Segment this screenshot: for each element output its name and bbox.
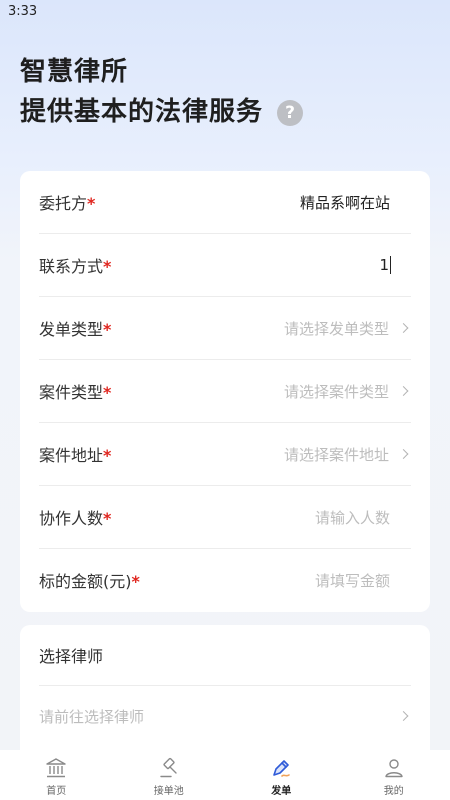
required-mark: *: [103, 257, 112, 276]
bank-icon: [46, 758, 66, 778]
tab-place-order[interactable]: 发单: [225, 750, 338, 800]
form-label-client: 委托方*: [39, 194, 96, 213]
form-row-case-address[interactable]: 案件地址* 请选择案件地址: [39, 423, 411, 486]
lawyer-section-title: 选择律师: [39, 625, 411, 686]
status-bar: 3:33: [0, 0, 450, 26]
form-row-client[interactable]: 委托方* 精品系啊在站: [39, 171, 411, 234]
tab-label: 发单: [271, 786, 292, 797]
form-label-contact: 联系方式*: [39, 257, 112, 276]
form-row-amount[interactable]: 标的金额(元)* 请填写金额: [39, 549, 411, 611]
tab-label: 首页: [46, 786, 67, 797]
bottom-tab-bar: 首页 接单池 发单 我的: [0, 750, 450, 800]
tab-mine[interactable]: 我的: [338, 750, 450, 800]
chevron-right-icon: [398, 323, 409, 333]
person-icon: [385, 759, 403, 778]
form-label-case-address: 案件地址*: [39, 446, 112, 465]
required-mark: *: [103, 446, 112, 465]
gavel-icon: [160, 757, 177, 778]
tab-label: 我的: [383, 786, 404, 797]
amount-input[interactable]: 请填写金额: [315, 570, 390, 591]
form-label-amount: 标的金额(元)*: [39, 572, 140, 591]
form-row-contact[interactable]: 联系方式* 1: [39, 234, 411, 297]
chevron-right-icon: [398, 386, 409, 396]
required-mark: *: [87, 194, 96, 213]
order-form-card: 委托方* 精品系啊在站 联系方式* 1 发单类型* 请选择发单类型 案件类型* …: [20, 171, 430, 612]
tab-order-pool[interactable]: 接单池: [113, 750, 226, 800]
form-row-collaborators[interactable]: 协作人数* 请输入人数: [39, 486, 411, 549]
page-subtitle: 提供基本的法律服务: [20, 97, 264, 127]
form-row-case-type[interactable]: 案件类型* 请选择案件类型: [39, 360, 411, 423]
required-mark: *: [131, 572, 140, 591]
text-cursor: [390, 256, 391, 275]
select-lawyer-row[interactable]: 请前往选择律师: [39, 686, 411, 746]
order-type-select[interactable]: 请选择发单类型: [284, 318, 389, 339]
required-mark: *: [103, 320, 112, 339]
chevron-right-icon: [398, 449, 409, 459]
lawyer-card: 选择律师 请前往选择律师: [20, 625, 430, 760]
form-label-order-type: 发单类型*: [39, 320, 112, 339]
chevron-right-icon: [398, 711, 409, 721]
form-row-order-type[interactable]: 发单类型* 请选择发单类型: [39, 297, 411, 360]
tab-home[interactable]: 首页: [0, 750, 113, 800]
select-lawyer-placeholder: 请前往选择律师: [39, 707, 145, 726]
case-type-select[interactable]: 请选择案件类型: [284, 381, 389, 402]
case-address-select[interactable]: 请选择案件地址: [284, 444, 389, 465]
contact-input[interactable]: 1: [379, 256, 391, 275]
form-label-collaborators: 协作人数*: [39, 509, 112, 528]
help-icon[interactable]: ?: [277, 100, 304, 126]
status-time: 3:33: [8, 4, 38, 19]
required-mark: *: [103, 509, 112, 528]
collaborators-input[interactable]: 请输入人数: [315, 507, 390, 528]
pen-icon: [273, 760, 291, 777]
form-label-case-type: 案件类型*: [39, 383, 112, 402]
client-input[interactable]: 精品系啊在站: [300, 192, 390, 213]
required-mark: *: [103, 383, 112, 402]
page-header: 智慧律所 提供基本的法律服务 ?: [20, 52, 430, 132]
page-title: 智慧律所: [20, 57, 129, 87]
page-subtitle-row: 提供基本的法律服务 ?: [20, 92, 430, 132]
tab-label: 接单池: [153, 786, 184, 797]
